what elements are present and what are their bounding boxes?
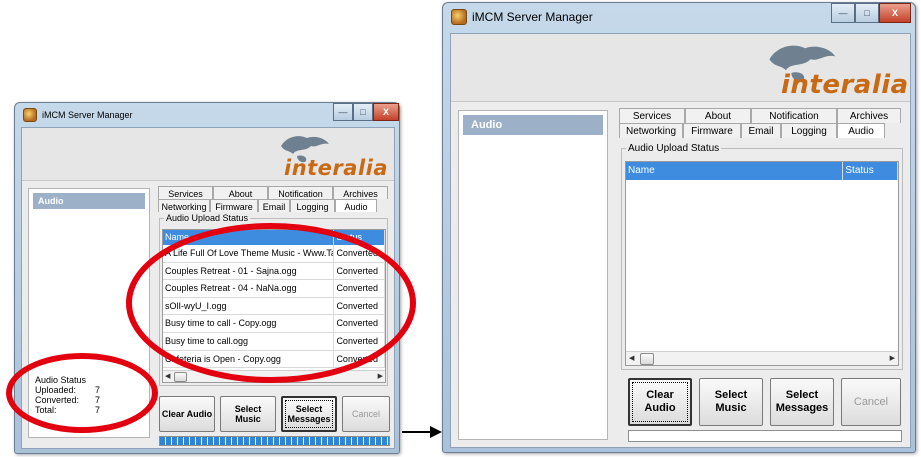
side-panel: Audio — [458, 110, 608, 440]
brand-logo: interalia — [284, 156, 389, 180]
audio-upload-list[interactable]: Name Status ◀ ▶ — [625, 161, 899, 366]
tab-networking[interactable]: Networking — [158, 199, 210, 212]
logo-banner: interalia — [451, 34, 910, 102]
side-item-audio[interactable]: Audio — [463, 115, 603, 135]
tab-services[interactable]: Services — [619, 108, 685, 123]
progress-fill — [160, 437, 389, 445]
close-icon[interactable]: X — [373, 103, 399, 121]
group-label: Audio Upload Status — [164, 213, 251, 223]
maximize-icon[interactable]: □ — [855, 3, 879, 23]
close-icon[interactable]: X — [879, 3, 911, 23]
audio-upload-status-group: Audio Upload Status Name Status ◀ ▶ — [621, 143, 903, 370]
scroll-thumb[interactable] — [174, 372, 187, 382]
list-header: Name Status — [626, 162, 898, 180]
tab-row-1: Services About Notification Archives — [158, 186, 388, 199]
upload-progress-bar — [159, 436, 390, 446]
column-header-status[interactable]: Status — [843, 162, 898, 180]
side-item-audio[interactable]: Audio — [33, 193, 145, 209]
tab-logging[interactable]: Logging — [781, 123, 837, 138]
select-messages-button[interactable]: Select Messages — [281, 396, 337, 432]
clear-audio-button[interactable]: Clear Audio — [159, 396, 215, 432]
app-icon — [451, 9, 467, 25]
scroll-thumb[interactable] — [640, 353, 654, 365]
horizontal-scrollbar[interactable]: ◀ ▶ — [626, 351, 898, 365]
tab-firmware[interactable]: Firmware — [210, 199, 258, 212]
minimize-icon[interactable]: — — [831, 3, 855, 23]
window-title: iMCM Server Manager — [472, 10, 593, 24]
tab-email[interactable]: Email — [741, 123, 781, 138]
scroll-right-icon[interactable]: ▶ — [378, 371, 383, 382]
highlight-ellipse-status — [6, 353, 158, 433]
cancel-button[interactable]: Cancel — [342, 396, 390, 432]
group-label: Audio Upload Status — [626, 143, 722, 154]
upload-progress-bar — [628, 430, 902, 442]
tab-email[interactable]: Email — [258, 199, 290, 212]
maximize-icon[interactable]: □ — [353, 103, 373, 121]
select-music-button[interactable]: Select Music — [699, 378, 763, 426]
tab-firmware[interactable]: Firmware — [683, 123, 741, 138]
tab-row-2: Networking Firmware Email Logging Audio — [619, 123, 885, 138]
column-header-name[interactable]: Name — [626, 162, 844, 180]
left-title-bar[interactable]: iMCM Server Manager — □ X — [15, 103, 399, 127]
client-area: interalia Audio Services About Notificat… — [450, 33, 911, 448]
cancel-button[interactable]: Cancel — [841, 378, 901, 426]
app-icon — [23, 108, 37, 122]
minimize-icon[interactable]: — — [333, 103, 353, 121]
tab-logging[interactable]: Logging — [290, 199, 335, 212]
tab-row-2: Networking Firmware Email Logging Audio — [158, 199, 377, 212]
right-app-window: iMCM Server Manager — □ X interalia Audi… — [442, 2, 916, 453]
scroll-right-icon[interactable]: ▶ — [890, 352, 895, 365]
tab-notification[interactable]: Notification — [268, 186, 333, 199]
tab-archives[interactable]: Archives — [837, 108, 901, 123]
tab-row-1: Services About Notification Archives — [619, 108, 901, 123]
brand-logo: interalia — [781, 70, 909, 100]
logo-banner: interalia — [22, 128, 394, 181]
select-music-button[interactable]: Select Music — [220, 396, 276, 432]
tab-about[interactable]: About — [685, 108, 751, 123]
highlight-ellipse-list — [126, 223, 416, 383]
scroll-left-icon[interactable]: ◀ — [165, 371, 170, 382]
tab-services[interactable]: Services — [158, 186, 213, 199]
right-title-bar[interactable]: iMCM Server Manager — □ X — [443, 3, 915, 31]
tab-audio[interactable]: Audio — [335, 199, 377, 212]
clear-audio-button[interactable]: Clear Audio — [628, 378, 692, 426]
select-messages-button[interactable]: Select Messages — [770, 378, 834, 426]
right-arrow-icon — [402, 426, 442, 438]
tab-about[interactable]: About — [213, 186, 268, 199]
scroll-left-icon[interactable]: ◀ — [629, 352, 634, 365]
tab-networking[interactable]: Networking — [619, 123, 683, 138]
window-title: iMCM Server Manager — [42, 110, 133, 120]
tab-archives[interactable]: Archives — [333, 186, 388, 199]
tab-audio[interactable]: Audio — [837, 123, 885, 138]
tab-notification[interactable]: Notification — [751, 108, 837, 123]
